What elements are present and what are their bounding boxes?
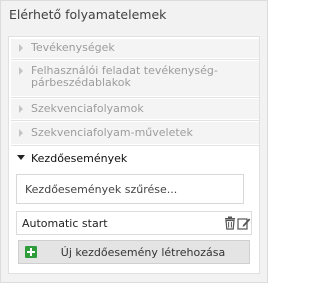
accordion-item-start-events[interactable]: Kezdőesemények — [11, 147, 259, 169]
start-event-label: Automatic start — [22, 217, 108, 230]
start-event-item[interactable]: Automatic start — [16, 211, 252, 235]
chevron-right-icon — [19, 129, 23, 137]
accordion-item-activities[interactable]: Tevékenységek — [11, 39, 259, 58]
chevron-right-icon — [19, 44, 23, 52]
trash-icon[interactable] — [223, 216, 237, 230]
add-start-event-button[interactable]: Új kezdőesemény létrehozása — [18, 240, 250, 264]
accordion-item-label: Tevékenységek — [31, 41, 115, 54]
chevron-right-icon — [19, 67, 23, 75]
accordion-item-label: Felhasználói feladat tevékenység-párbesz… — [31, 64, 218, 89]
add-start-event-label: Új kezdőesemény létrehozása — [60, 246, 226, 259]
accordion-item-label: Szekvenciafolyam-műveletek — [31, 126, 193, 139]
accordion-item-label: Szekvenciafolyamok — [31, 102, 144, 115]
start-events-filter-input[interactable] — [16, 174, 244, 204]
available-process-elements-panel: Elérhető folyamatelemek Tevékenységek Fe… — [0, 0, 268, 283]
divider — [11, 120, 259, 121]
accordion-item-user-task-dialogs[interactable]: Felhasználói feladat tevékenység-párbesz… — [11, 61, 259, 96]
caret-down-icon — [17, 155, 25, 160]
divider — [11, 145, 259, 146]
divider — [11, 97, 259, 98]
panel-content: Tevékenységek Felhasználói feladat tevék… — [8, 36, 260, 274]
accordion-item-sequence-flows[interactable]: Szekvenciafolyamok — [11, 99, 259, 119]
accordion-item-sequence-flow-actions[interactable]: Szekvenciafolyam-műveletek — [11, 122, 259, 144]
accordion-item-label: Kezdőesemények — [31, 152, 128, 165]
chevron-right-icon — [19, 105, 23, 113]
panel-title: Elérhető folyamatelemek — [9, 7, 167, 22]
divider — [11, 59, 259, 60]
edit-icon[interactable] — [237, 216, 251, 230]
plus-square-icon — [25, 246, 37, 258]
